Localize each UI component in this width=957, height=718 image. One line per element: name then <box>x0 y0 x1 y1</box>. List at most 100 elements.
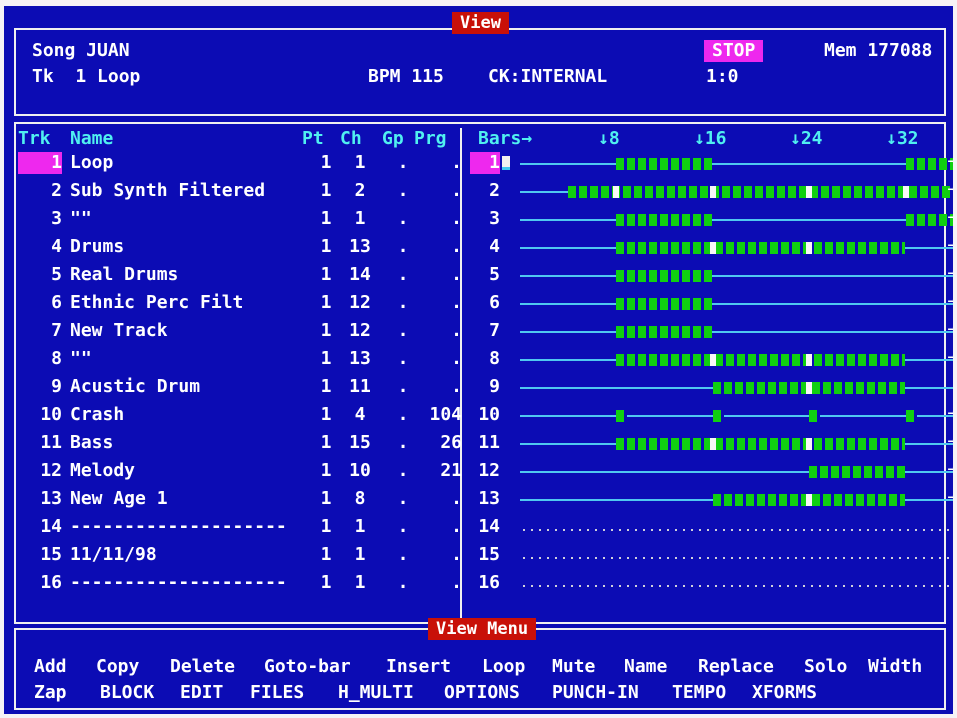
menu-item-solo[interactable]: Solo <box>804 656 847 678</box>
track-name[interactable]: "" <box>70 208 92 230</box>
track-lane[interactable] <box>520 578 953 590</box>
event-block[interactable] <box>616 438 905 450</box>
track-name[interactable]: Ethnic Perc Filt <box>70 292 243 314</box>
track-name[interactable]: Sub Synth Filtered <box>70 180 265 202</box>
track-row[interactable]: 13 New Age 1 1 8.. 13 → <box>18 486 953 514</box>
menu-item-block[interactable]: BLOCK <box>100 682 154 704</box>
event-block[interactable] <box>809 466 905 478</box>
event-block[interactable] <box>616 270 712 282</box>
track-name[interactable]: Bass <box>70 432 113 454</box>
track-name[interactable]: Crash <box>70 404 124 426</box>
track-group: . <box>397 208 409 229</box>
lane-number: 7 <box>489 320 500 341</box>
track-channel: 1 <box>354 152 366 173</box>
track-name[interactable]: 11/11/98 <box>70 544 157 566</box>
track-channel: 4 <box>354 404 366 425</box>
event-block[interactable] <box>905 214 953 226</box>
track-port: 1 <box>320 320 332 341</box>
track-program: . <box>451 236 462 257</box>
track-row[interactable]: 10 Crash 1 4. 104 10 → <box>18 402 953 430</box>
track-row[interactable]: 15 11/11/98 1 1.. 15 <box>18 542 953 570</box>
event-block[interactable] <box>616 214 712 226</box>
track-lane[interactable] <box>520 550 953 562</box>
track-name[interactable]: Loop <box>70 152 113 174</box>
track-name[interactable]: "" <box>70 348 92 370</box>
event-block[interactable] <box>616 242 905 254</box>
track-port: 1 <box>320 264 332 285</box>
track-row[interactable]: 8 "" 1 13.. 8 → <box>18 346 953 374</box>
lane-number: 3 <box>489 208 500 229</box>
track-name[interactable]: Drums <box>70 236 124 258</box>
event-block[interactable] <box>616 298 712 310</box>
menu-item-delete[interactable]: Delete <box>170 656 235 678</box>
menu-item-files[interactable]: FILES <box>250 682 304 704</box>
continue-arrow-icon: → <box>947 153 953 169</box>
event-block[interactable] <box>809 410 821 422</box>
track-row[interactable]: 14 -------------------- 1 1.. 14 <box>18 514 953 542</box>
track-name[interactable]: Real Drums <box>70 264 178 286</box>
track-row[interactable]: 2 Sub Synth Filtered 1 2.. 2 → <box>18 178 953 206</box>
track-lane[interactable]: → <box>520 349 953 366</box>
track-row[interactable]: 6 Ethnic Perc Filt 1 12.. 6 → <box>18 290 953 318</box>
track-name[interactable]: -------------------- <box>70 572 287 594</box>
event-block[interactable] <box>712 410 724 422</box>
event-block[interactable] <box>616 410 628 422</box>
track-group: . <box>397 460 409 481</box>
track-program: . <box>451 180 462 201</box>
menu-item-xforms[interactable]: XFORMS <box>752 682 817 704</box>
event-block[interactable] <box>616 158 712 170</box>
menu-item-tempo[interactable]: TEMPO <box>672 682 726 704</box>
menu-item-punch-in[interactable]: PUNCH-IN <box>552 682 639 704</box>
track-lane[interactable]: → <box>520 433 953 450</box>
menu-item-copy[interactable]: Copy <box>96 656 139 678</box>
track-group: . <box>397 376 409 397</box>
menu-item-add[interactable]: Add <box>34 656 67 678</box>
menu-item-options[interactable]: OPTIONS <box>444 682 520 704</box>
track-name[interactable]: New Age 1 <box>70 488 168 510</box>
track-lane[interactable]: → <box>520 489 953 506</box>
track-row[interactable]: 4 Drums 1 13.. 4 → <box>18 234 953 262</box>
track-row[interactable]: 1 Loop 1 1.. 1 → <box>18 150 953 178</box>
event-block[interactable] <box>616 354 905 366</box>
track-group: . <box>397 348 409 369</box>
track-row[interactable]: 11 Bass 1 15. 26 11 → <box>18 430 953 458</box>
track-lane[interactable]: → <box>520 237 953 254</box>
track-name[interactable]: Melody <box>70 460 135 482</box>
track-row[interactable]: 16 -------------------- 1 1.. 16 <box>18 570 953 598</box>
menu-item-zap[interactable]: Zap <box>34 682 67 704</box>
event-block[interactable] <box>568 186 953 198</box>
track-number: 5 <box>51 264 62 285</box>
track-lane[interactable] <box>520 522 953 534</box>
track-lane[interactable]: → <box>520 265 953 282</box>
menu-item-insert[interactable]: Insert <box>386 656 451 678</box>
track-name[interactable]: -------------------- <box>70 516 287 538</box>
track-row[interactable]: 9 Acustic Drum 1 11.. 9 <box>18 374 953 402</box>
track-row[interactable]: 5 Real Drums 1 14.. 5 → <box>18 262 953 290</box>
menu-item-goto-bar[interactable]: Goto-bar <box>264 656 351 678</box>
event-block[interactable] <box>616 326 712 338</box>
track-lane[interactable]: → <box>520 153 953 170</box>
menu-item-loop[interactable]: Loop <box>482 656 525 678</box>
track-lane[interactable]: → <box>520 209 953 226</box>
track-lane[interactable]: → <box>520 321 953 338</box>
menu-item-name[interactable]: Name <box>624 656 667 678</box>
track-row[interactable]: 7 New Track 1 12.. 7 → <box>18 318 953 346</box>
menu-item-edit[interactable]: EDIT <box>180 682 223 704</box>
track-name[interactable]: New Track <box>70 320 168 342</box>
lane-dots <box>520 529 953 531</box>
menu-item-replace[interactable]: Replace <box>698 656 774 678</box>
transport-status-badge[interactable]: STOP <box>704 40 764 62</box>
track-lane[interactable] <box>520 382 953 394</box>
track-lane[interactable]: → <box>520 181 953 198</box>
menu-item-width[interactable]: Width <box>868 656 922 678</box>
track-row[interactable]: 3 "" 1 1.. 3 → <box>18 206 953 234</box>
event-block[interactable] <box>905 158 953 170</box>
track-row[interactable]: 12 Melody 1 10. 21 12 → <box>18 458 953 486</box>
track-lane[interactable]: → <box>520 293 953 310</box>
event-block[interactable] <box>905 410 917 422</box>
menu-item-h-multi[interactable]: H_MULTI <box>338 682 414 704</box>
menu-item-mute[interactable]: Mute <box>552 656 595 678</box>
track-lane[interactable]: → <box>520 461 953 478</box>
track-lane[interactable]: → <box>520 405 953 422</box>
track-name[interactable]: Acustic Drum <box>70 376 200 398</box>
